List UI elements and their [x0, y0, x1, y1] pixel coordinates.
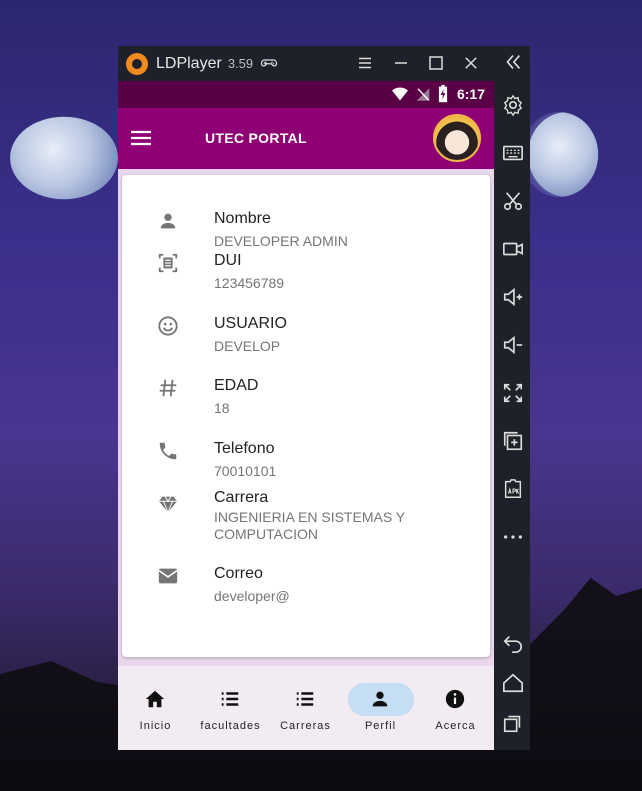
hamburger-menu-icon[interactable]	[131, 129, 151, 147]
field-value: 123456789	[214, 275, 285, 291]
nav-label: Perfil	[364, 720, 397, 732]
android-status-bar: 6:17	[118, 81, 494, 108]
keyboard-icon[interactable]	[502, 142, 524, 164]
bottom-navigation: Inicio facultades Carreras Perfil Acerca	[118, 666, 494, 750]
list-icon	[296, 692, 314, 706]
field-label: Nombre	[214, 210, 271, 227]
emulator-window: LDPlayer 3.59 6:17 UTEC PORTAL Nombre DE…	[118, 46, 494, 750]
menu-icon[interactable]	[356, 54, 374, 72]
info-icon	[445, 689, 465, 709]
back-icon[interactable]	[502, 632, 524, 654]
user-avatar[interactable]	[433, 114, 481, 162]
nav-label: facultades	[200, 720, 261, 732]
volume-up-icon[interactable]	[502, 286, 524, 308]
video-record-icon[interactable]	[502, 238, 524, 260]
battery-charging-icon	[438, 85, 448, 103]
ldplayer-logo-icon	[126, 52, 148, 75]
settings-gear-icon[interactable]	[502, 94, 524, 116]
recent-apps-icon[interactable]	[502, 712, 524, 734]
more-options-icon[interactable]	[502, 526, 524, 548]
nav-label: Acerca	[435, 720, 476, 732]
field-value: 70010101	[214, 463, 277, 479]
app-bar-title: UTEC PORTAL	[205, 130, 307, 146]
field-label: USUARIO	[214, 315, 287, 332]
field-label: EDAD	[214, 377, 259, 394]
field-value: developer@	[214, 588, 290, 604]
home-icon[interactable]	[502, 672, 524, 694]
nav-label: Inicio	[139, 720, 172, 732]
minimize-icon[interactable]	[392, 54, 410, 72]
field-value: INGENIERIA EN SISTEMAS Y COMPUTACION	[214, 509, 405, 542]
emulator-sidebar	[494, 46, 530, 750]
app-bar: UTEC PORTAL	[118, 108, 494, 169]
field-label: Telefono	[214, 440, 275, 457]
status-time: 6:17	[456, 86, 485, 102]
diamond-icon	[158, 496, 178, 514]
collapse-sidebar-icon[interactable]	[502, 51, 524, 73]
install-apk-icon[interactable]	[502, 478, 524, 500]
scissors-icon[interactable]	[502, 190, 524, 212]
emulator-version: 3.59	[227, 56, 254, 71]
field-label: Correo	[214, 565, 263, 582]
emulator-title: LDPlayer	[156, 54, 222, 72]
close-icon[interactable]	[462, 54, 480, 72]
phone-icon	[159, 442, 177, 460]
home-icon	[145, 690, 165, 708]
id-card-icon	[158, 253, 178, 273]
field-value: 18	[214, 400, 230, 416]
emulator-titlebar: LDPlayer 3.59	[118, 46, 494, 81]
nav-item-inicio[interactable]: Inicio	[118, 666, 193, 750]
nav-item-perfil[interactable]: Perfil	[343, 666, 418, 750]
gamepad-icon[interactable]	[260, 54, 278, 72]
wallpaper-moon-right	[528, 112, 599, 197]
mail-icon	[158, 568, 178, 584]
field-value: DEVELOP	[214, 338, 281, 354]
field-label: DUI	[214, 252, 242, 269]
profile-card: Nombre DEVELOPER ADMIN DUI 123456789 USU…	[122, 175, 490, 657]
nav-label: Carreras	[280, 720, 331, 732]
maximize-icon[interactable]	[427, 54, 445, 72]
person-icon	[160, 213, 176, 229]
wifi-icon	[392, 87, 408, 101]
person-icon	[372, 691, 388, 707]
wallpaper-moon-left	[10, 116, 118, 200]
nav-item-carreras[interactable]: Carreras	[268, 666, 343, 750]
list-icon	[221, 692, 239, 706]
nav-item-facultades[interactable]: facultades	[193, 666, 268, 750]
no-signal-icon	[416, 88, 430, 101]
field-label: Carrera	[214, 489, 269, 506]
hash-icon	[159, 379, 177, 397]
fullscreen-icon[interactable]	[502, 382, 524, 404]
volume-down-icon[interactable]	[502, 334, 524, 356]
field-value: DEVELOPER ADMIN	[214, 233, 348, 249]
multi-instance-icon[interactable]	[502, 430, 524, 452]
nav-item-acerca[interactable]: Acerca	[418, 666, 493, 750]
smiley-icon	[158, 316, 178, 336]
